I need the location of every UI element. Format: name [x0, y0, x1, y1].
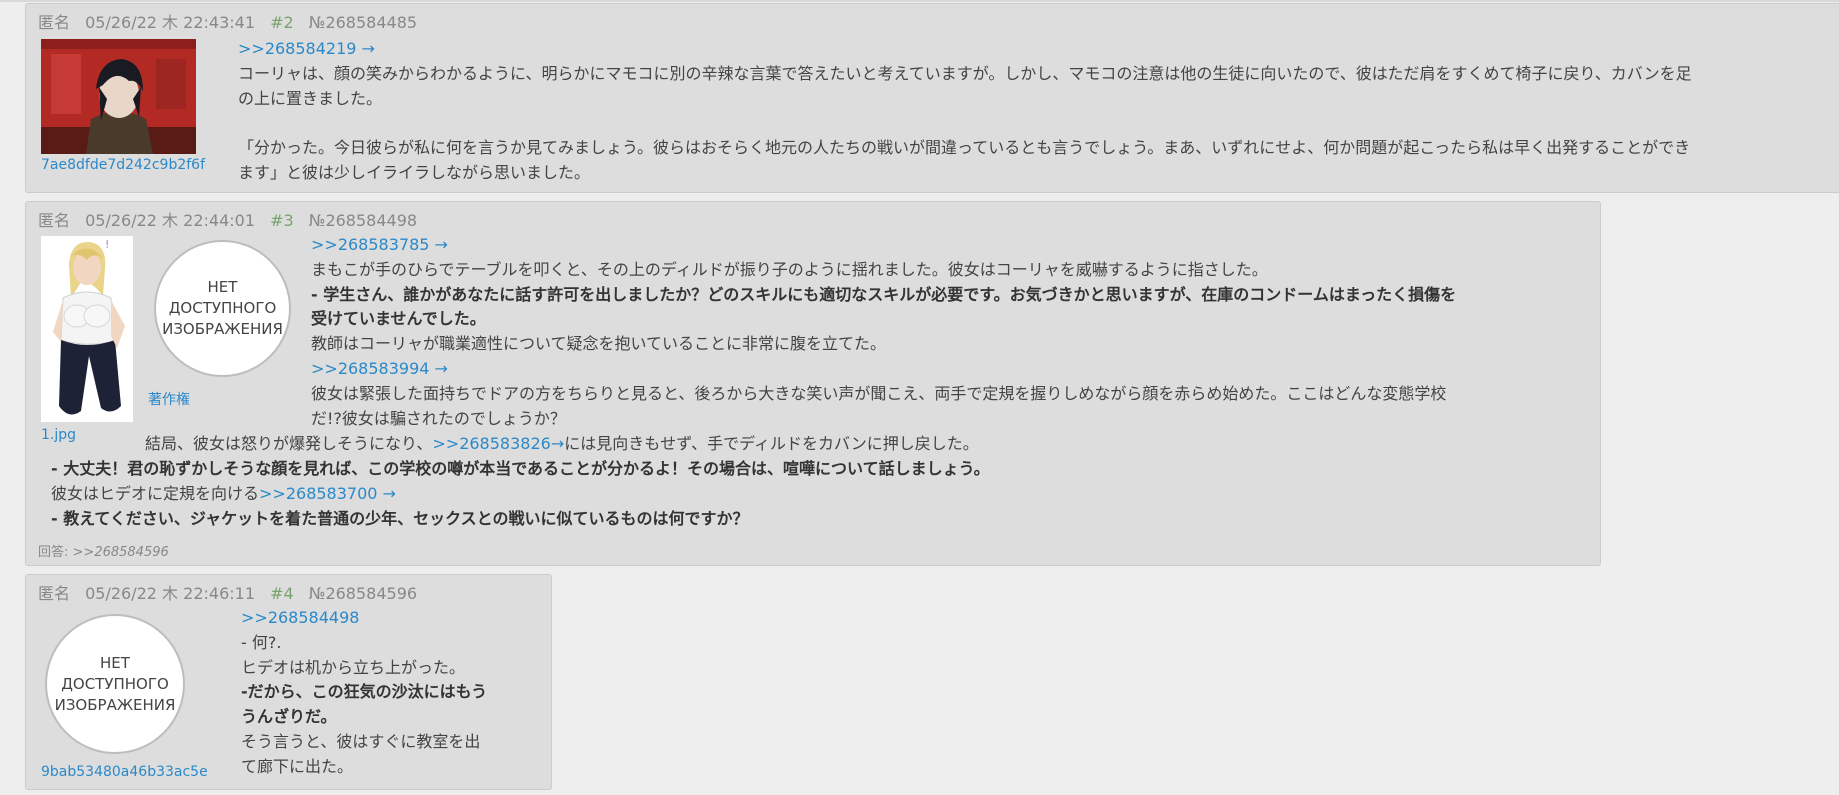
reply-link-line[interactable]: >>268583994 → — [311, 357, 1591, 382]
post-meta: 匿名 05/26/22 木 22:44:01 #3 №268584498 — [38, 207, 427, 231]
no-image-text: ИЗОБРАЖЕНИЯ — [54, 695, 176, 714]
post-text-bold: - 学生さん、誰かがあなたに話す許可を出しましたか？どのスキルにも適切なスキルが… — [311, 284, 1457, 304]
post-text: 彼女はヒデオに定規を向ける — [51, 483, 260, 503]
replies-label: 回答: — [38, 545, 69, 560]
post-text: そう言うと、彼はすぐに教室を出 — [241, 731, 481, 751]
no-image-text: НЕТ — [207, 278, 238, 296]
reply-link-line[interactable]: >>268584498 — [241, 606, 541, 631]
post-author: 匿名 — [38, 211, 71, 230]
post-text: 彼女はヒデオに定規を向ける>>268583700 → — [51, 482, 1581, 507]
replies: 回答: >>268584596 — [38, 541, 169, 560]
post-text-bold: うんざりだ。 — [241, 707, 337, 727]
arrow-icon[interactable]: → — [383, 484, 396, 503]
post-index[interactable]: #3 — [270, 211, 294, 230]
post-text — [238, 111, 1839, 136]
arrow-icon[interactable]: → — [435, 359, 448, 378]
post-date: 05/26/22 木 22:46:11 — [85, 584, 256, 603]
post-text: 教師はコーリャが職業適性について疑念を抱いていることに非常に腹を立てた。 — [311, 334, 887, 354]
reply-link[interactable]: >>268584219 — [238, 39, 356, 58]
post-text: まもこが手のひらでテーブルを叩くと、その上のディルドが振り子のように揺れました。… — [311, 259, 1268, 279]
post-text: 彼女は緊張した面持ちでドアの方をちらりと見ると、後ろから大きな笑い声が聞こえ、両… — [311, 383, 1447, 403]
post-text-bold: 受けていませんでした。 — [311, 309, 486, 329]
post-number[interactable]: №268584596 — [309, 584, 417, 603]
replies-link[interactable]: >>268584596 — [73, 545, 169, 560]
post-text: には見向きもせず、手でディルドをカバンに押し戻した。 — [564, 434, 979, 453]
post: 匿名 05/26/22 木 22:44:01 #3 №268584498 ! 1… — [25, 201, 1601, 566]
file-caption[interactable]: 7ae8dfde7d242c9b2f6fdc4... — [41, 157, 206, 173]
arrow-icon[interactable]: → — [435, 235, 448, 254]
post-date: 05/26/22 木 22:44:01 — [85, 211, 256, 230]
post-text: 結局、彼女は怒りが爆発しそうになり、>>268583826→には見向きもせず、手… — [145, 432, 1585, 457]
post-text: だ!?彼女は騙されたのでしょうか？ — [311, 408, 566, 428]
no-image-text: ИЗОБРАЖЕНИЯ — [162, 320, 283, 338]
copyright-link[interactable]: 著作権 — [148, 389, 190, 409]
post-text-bold: - 教えてください、ジャケットを着た普通の少年、セックスとの戦いに似ているものは… — [51, 508, 749, 528]
arrow-icon[interactable]: → — [362, 39, 375, 58]
file-caption[interactable]: 1.jpg — [41, 427, 121, 443]
post-number[interactable]: №268584485 — [309, 13, 417, 32]
post-index[interactable]: #2 — [270, 13, 294, 32]
post: 匿名 05/26/22 木 22:46:11 #4 №268584596 НЕТ… — [25, 574, 552, 790]
no-image-text: ДОСТУПНОГО — [168, 299, 277, 317]
post-text: ます」と彼は少しイライラしながら思いました。 — [238, 162, 591, 182]
post: 匿名 05/26/22 木 22:43:41 #2 №268584485 7ae… — [25, 3, 1839, 193]
post-author: 匿名 — [38, 13, 71, 32]
post-body: >>268584219 → コーリャは、顔の笑みからわかるように、明らかにマモコ… — [238, 37, 1839, 186]
post-text: - 何?. — [241, 632, 282, 652]
post-text-bold: - 大丈夫！君の恥ずかしそうな顔を見れば、この学校の噂が本当であることが分かるよ… — [51, 459, 990, 478]
post-text-bold: -だから、この狂気の沙汰にはもう — [241, 682, 488, 702]
post-thumbnail[interactable]: ! — [41, 236, 133, 422]
top-divider — [0, 0, 1839, 2]
post-meta: 匿名 05/26/22 木 22:43:41 #2 №268584485 — [38, 9, 427, 33]
post-date: 05/26/22 木 22:43:41 — [85, 13, 256, 32]
no-image-placeholder[interactable]: НЕТ ДОСТУПНОГО ИЗОБРАЖЕНИЯ — [154, 240, 291, 377]
post-text: て廊下に出た。 — [241, 756, 354, 776]
post-body: >>268584498 - 何?. ヒデオは机から立ち上がった。 -だから、この… — [241, 606, 541, 780]
post-meta: 匿名 05/26/22 木 22:46:11 #4 №268584596 — [38, 580, 427, 604]
reply-link[interactable]: >>268583826 — [432, 434, 550, 453]
reply-link-line[interactable]: >>268584219 → — [238, 37, 1839, 62]
reply-link[interactable]: >>268583785 — [311, 235, 429, 254]
arrow-icon[interactable]: → — [551, 434, 564, 453]
file-caption[interactable]: 9bab53480a46b33ac5ebd4... — [41, 764, 209, 780]
post-text: 結局、彼女は怒りが爆発しそうになり、 — [145, 434, 433, 453]
reply-link[interactable]: >>268583994 — [311, 359, 429, 378]
reply-link[interactable]: >>268583700 — [259, 484, 377, 503]
post-body-wide: 結局、彼女は怒りが爆発しそうになり、>>268583826→には見向きもせず、手… — [145, 432, 1585, 457]
post-text: 「分かった。今日彼らが私に何を言うか見てみましょう。彼らはおそらく地元の人たちの… — [238, 138, 1691, 158]
post-text: コーリャは、顔の笑みからわかるように、明らかにマモコに別の辛辣な言葉で答えたいと… — [238, 63, 1692, 83]
post-text: の上に置きました。 — [238, 88, 383, 108]
reply-link-line[interactable]: >>268583785 → — [311, 233, 1591, 258]
post-author: 匿名 — [38, 584, 71, 603]
svg-text:!: ! — [105, 238, 109, 251]
post-number[interactable]: №268584498 — [309, 211, 417, 230]
post-index[interactable]: #4 — [270, 584, 294, 603]
thread: 匿名 05/26/22 木 22:43:41 #2 №268584485 7ae… — [0, 0, 1839, 795]
post-text: ヒデオは机から立ち上がった。 — [241, 657, 466, 677]
post-thumbnail[interactable] — [41, 39, 196, 154]
no-image-text: НЕТ — [100, 653, 130, 672]
no-image-placeholder[interactable]: НЕТ ДОСТУПНОГО ИЗОБРАЖЕНИЯ — [45, 614, 185, 754]
no-image-text: ДОСТУПНОГО — [61, 674, 169, 693]
post-body-bottom: - 大丈夫！君の恥ずかしそうな顔を見れば、この学校の噂が本当であることが分かるよ… — [51, 457, 1581, 531]
reply-link[interactable]: >>268584498 — [241, 608, 359, 627]
post-body: >>268583785 → まもこが手のひらでテーブルを叩くと、その上のディルド… — [311, 233, 1591, 431]
